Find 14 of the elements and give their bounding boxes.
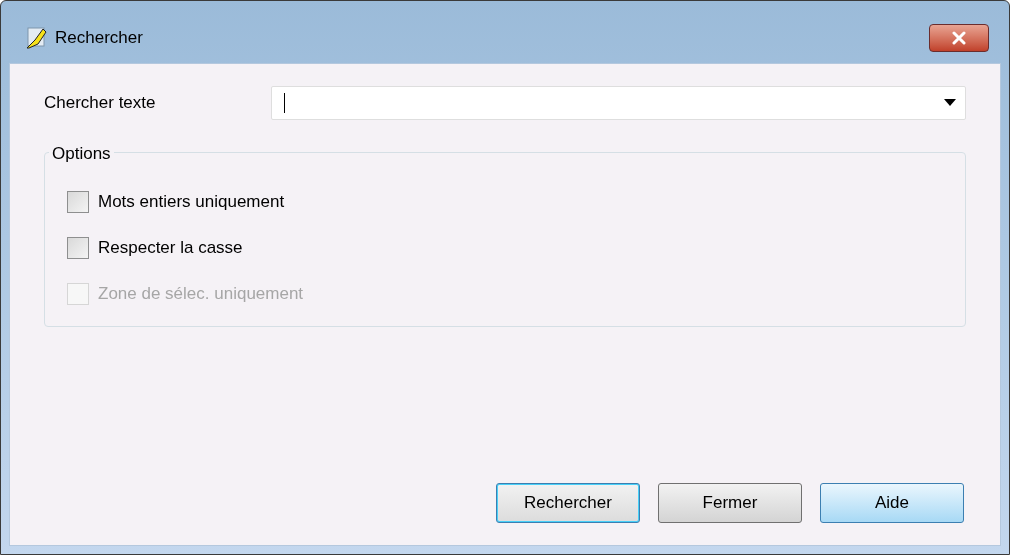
dropdown-arrow-icon (944, 99, 956, 107)
checkbox-label: Respecter la casse (98, 237, 243, 260)
dialog-button[interactable]: Aide (820, 483, 964, 523)
app-icon (25, 25, 49, 50)
dialog-button[interactable]: Rechercher (496, 483, 640, 523)
checkbox-label: Mots entiers uniquement (98, 191, 285, 214)
dialog-button[interactable]: Fermer (658, 483, 802, 523)
close-button[interactable] (929, 24, 989, 52)
checkbox[interactable] (67, 237, 89, 259)
checkbox[interactable] (67, 191, 89, 213)
close-icon (951, 31, 967, 45)
field-label: Chercher texte (44, 92, 157, 115)
window-title: Rechercher (55, 27, 143, 49)
checkbox-label: Zone de sélec. uniquement (98, 283, 304, 306)
